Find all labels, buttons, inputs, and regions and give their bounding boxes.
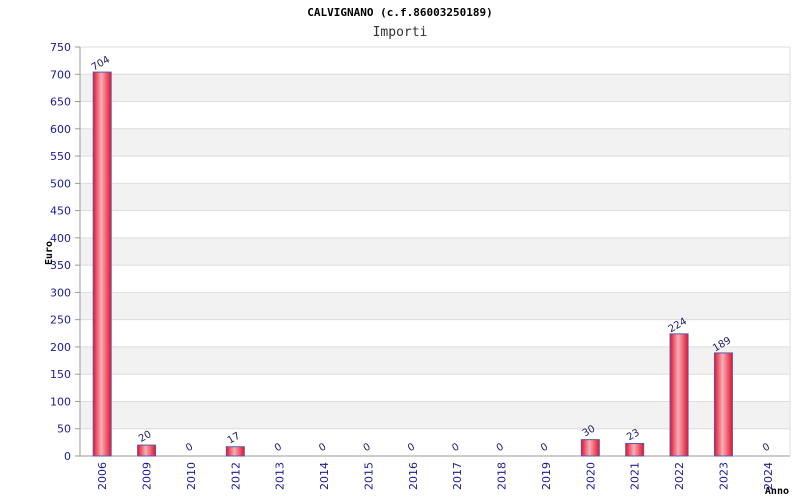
x-tick-label: 2022: [673, 462, 686, 490]
data-label: 0: [539, 441, 550, 454]
y-tick-label: 200: [50, 341, 71, 354]
bar: [580, 439, 600, 457]
x-tick-label: 2019: [540, 462, 553, 490]
x-tick-label: 2018: [496, 462, 509, 490]
bar: [92, 71, 112, 457]
bar: [713, 352, 733, 457]
y-tick-label: 300: [50, 286, 71, 299]
grid-band: [80, 128, 790, 157]
x-tick-label: 2014: [318, 462, 331, 490]
data-label: 23: [625, 427, 642, 443]
data-label: 0: [495, 441, 506, 454]
y-tick-label: 500: [50, 177, 71, 190]
x-tick-label: 2006: [96, 462, 109, 490]
x-axis-label: Anno: [765, 486, 789, 497]
data-label: 0: [406, 441, 417, 454]
y-tick-label: 50: [57, 423, 71, 436]
data-label: 0: [450, 441, 461, 454]
data-label: 20: [137, 429, 154, 445]
y-axis-label: Euro: [44, 241, 55, 265]
data-label: 0: [317, 441, 328, 454]
x-tick-label: 2012: [229, 462, 242, 490]
grid-band: [80, 237, 790, 266]
bar: [225, 446, 245, 457]
grid-band: [80, 183, 790, 211]
x-axis-ticks: 2006 2009 2010 2012 2013 2014 2015 2016 2017 2018…: [96, 462, 775, 490]
y-tick-label: 150: [50, 368, 71, 381]
x-tick-label: 2021: [629, 462, 642, 490]
x-tick-label: 2013: [274, 462, 287, 490]
y-tick-label: 550: [50, 150, 71, 163]
grid-band: [80, 74, 790, 102]
y-tick-label: 750: [50, 41, 71, 54]
y-tick-label: 450: [50, 205, 71, 218]
data-label: 0: [761, 441, 772, 454]
x-tick-label: 2017: [451, 462, 464, 490]
bar-chart: 0501001502002503003504004505005506006507…: [44, 41, 791, 497]
data-label: 0: [184, 441, 195, 454]
grid-band: [80, 292, 790, 320]
x-tick-label: 2023: [717, 462, 730, 490]
data-label: 17: [226, 431, 243, 447]
x-tick-label: 2015: [362, 462, 375, 490]
x-tick-label: 2020: [584, 462, 597, 490]
bar: [625, 442, 645, 457]
data-label: 704: [90, 54, 112, 73]
bar: [669, 333, 689, 457]
x-tick-label: 2009: [141, 462, 154, 490]
y-tick-label: 100: [50, 395, 71, 408]
data-label: 0: [362, 441, 373, 454]
bar: [137, 444, 157, 457]
y-tick-label: 600: [50, 123, 71, 136]
y-tick-label: 250: [50, 314, 71, 327]
data-label: 0: [273, 441, 284, 454]
y-tick-label: 650: [50, 96, 71, 109]
x-tick-label: 2010: [185, 462, 198, 490]
x-tick-label: 2016: [407, 462, 420, 490]
y-tick-label: 700: [50, 68, 71, 81]
y-tick-label: 0: [64, 450, 71, 463]
